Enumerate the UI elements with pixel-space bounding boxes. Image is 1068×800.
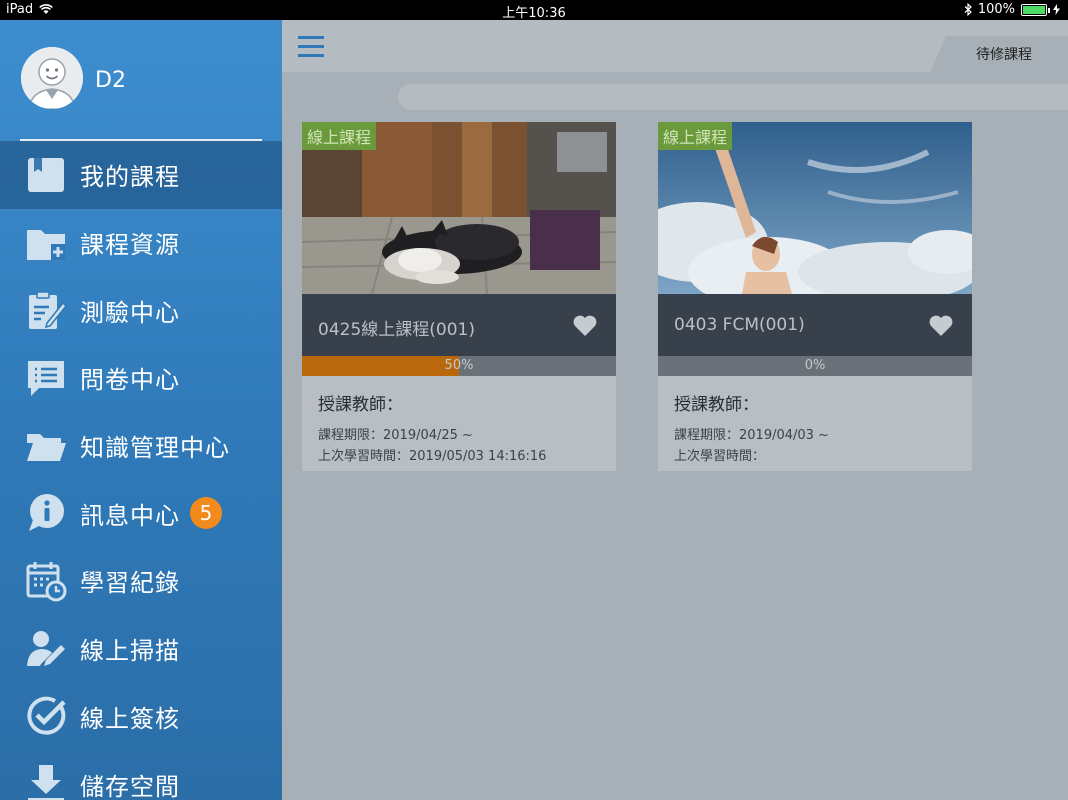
course-title: 0403 FCM(001) <box>674 315 805 335</box>
course-title-bar: 0403 FCM(001) <box>658 294 972 356</box>
battery-icon <box>1021 3 1050 16</box>
course-progress-bar: 0% <box>658 356 972 376</box>
sidebar-item-label: 課程資源 <box>80 231 180 260</box>
sidebar-item-survey-center[interactable]: 問卷中心 <box>0 344 282 412</box>
bluetooth-icon <box>964 3 972 16</box>
sidebar-item-label: 測驗中心 <box>80 298 180 327</box>
last-study-time: 上次學習時間： <box>674 449 766 464</box>
info-chat-icon <box>24 491 68 535</box>
sidebar-item-course-resources[interactable]: 課程資源 <box>0 209 282 277</box>
quiz-clipboard-icon <box>24 288 68 332</box>
course-thumbnail: 線上課程 <box>658 122 972 294</box>
menu-icon[interactable] <box>298 36 324 58</box>
course-period: 課程期限：2019/04/25 ~ <box>318 428 473 443</box>
sidebar-item-label: 儲存空間 <box>80 772 180 800</box>
last-study-time: 上次學習時間：2019/05/03 14:16:16 <box>318 449 547 464</box>
status-bar: iPad 上午10:36 100% <box>0 0 1068 21</box>
main-content: 待修課程 線上課程 0425線上課程(001) 50% 授課教師： 課程期限：2… <box>282 20 1068 800</box>
sidebar-item-my-courses[interactable]: 我的課程 <box>0 141 282 209</box>
course-title: 0425線上課程(001) <box>318 320 475 340</box>
course-type-tag: 線上課程 <box>658 122 733 150</box>
sidebar-menu: 我的課程 課程資源 測驗中心 問卷中心 知識管理中心 訊息中心 5 學習紀錄 線… <box>0 141 282 800</box>
sidebar-item-label: 訊息中心 <box>80 501 180 530</box>
progress-label: 50% <box>444 358 474 373</box>
check-circle-icon <box>24 694 68 738</box>
user-avatar-icon <box>21 47 83 109</box>
course-card[interactable]: 線上課程 0403 FCM(001) 0% 授課教師： 課程期限：2019/04… <box>658 122 972 471</box>
sidebar-item-message-center[interactable]: 訊息中心 5 <box>0 479 282 547</box>
teacher-label: 授課教師： <box>318 395 403 415</box>
course-type-tag: 線上課程 <box>302 122 377 150</box>
favorite-heart-icon[interactable] <box>928 314 954 338</box>
sidebar-item-knowledge-center[interactable]: 知識管理中心 <box>0 412 282 480</box>
sidebar-item-label: 學習紀錄 <box>80 569 180 598</box>
sidebar-item-label: 線上掃描 <box>80 637 180 666</box>
sidebar-item-label: 線上簽核 <box>80 704 180 733</box>
battery-percent: 100% <box>977 2 1015 17</box>
unread-count-badge: 5 <box>190 497 222 530</box>
folder-add-icon <box>24 221 68 265</box>
folder-icon <box>24 424 68 468</box>
download-icon <box>24 762 68 800</box>
clock: 上午10:36 <box>502 6 566 21</box>
profile-section[interactable]: D2 <box>0 20 282 140</box>
course-info: 授課教師： 課程期限：2019/04/03 ~ 上次學習時間： <box>674 390 829 467</box>
course-title-bar: 0425線上課程(001) <box>302 294 616 356</box>
course-card[interactable]: 線上課程 0425線上課程(001) 50% 授課教師： 課程期限：2019/0… <box>302 122 616 471</box>
survey-chat-icon <box>24 356 68 400</box>
progress-label: 0% <box>804 358 826 373</box>
charging-icon <box>1053 4 1060 15</box>
course-period: 課程期限：2019/04/03 ~ <box>674 428 829 443</box>
sidebar-item-online-scan[interactable]: 線上掃描 <box>0 615 282 683</box>
top-bar: 待修課程 <box>282 20 1068 72</box>
sidebar-item-label: 我的課程 <box>80 163 180 192</box>
sidebar-item-label: 知識管理中心 <box>80 434 230 463</box>
sidebar-item-learning-records[interactable]: 學習紀錄 <box>0 547 282 615</box>
book-icon <box>24 153 68 197</box>
course-thumbnail: 線上課程 <box>302 122 616 294</box>
course-info: 授課教師： 課程期限：2019/04/25 ~ 上次學習時間：2019/05/0… <box>318 390 546 467</box>
sidebar-item-quiz-center[interactable]: 測驗中心 <box>0 276 282 344</box>
avatar[interactable] <box>21 47 83 109</box>
teacher-label: 授課教師： <box>674 395 759 415</box>
tab-pending-courses[interactable]: 待修課程 <box>930 36 1068 72</box>
user-edit-icon <box>24 627 68 671</box>
favorite-heart-icon[interactable] <box>572 314 598 338</box>
sidebar: D2 我的課程 課程資源 測驗中心 問卷中心 知識管理中心 訊息中心 5 學習紀… <box>0 20 282 800</box>
search-bar[interactable] <box>398 84 1068 110</box>
username: D2 <box>95 68 126 93</box>
sidebar-item-online-signoff[interactable]: 線上簽核 <box>0 683 282 751</box>
course-progress-bar: 50% <box>302 356 616 376</box>
sidebar-item-storage[interactable]: 儲存空間 <box>0 750 282 800</box>
sidebar-item-label: 問卷中心 <box>80 366 180 395</box>
calendar-clock-icon <box>24 559 68 603</box>
